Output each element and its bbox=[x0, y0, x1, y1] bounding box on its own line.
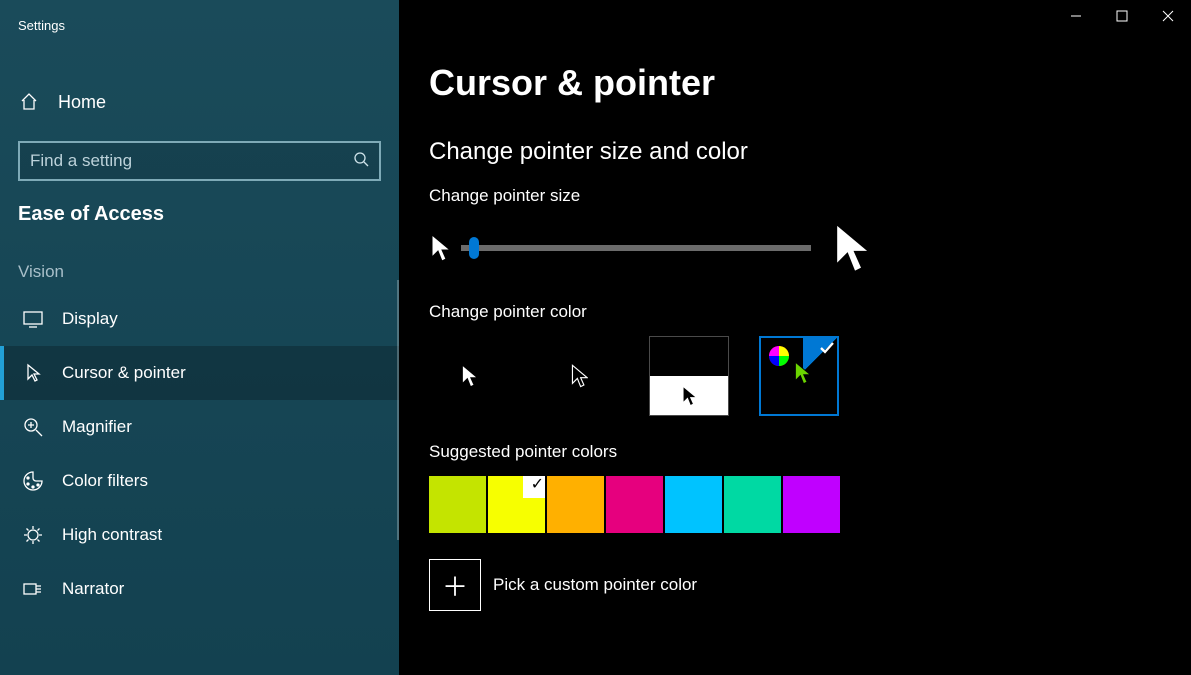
pointer-color-label: Change pointer color bbox=[429, 302, 1191, 322]
search-input[interactable] bbox=[30, 151, 310, 171]
sidebar-item-label: Color filters bbox=[62, 471, 148, 491]
color-filters-icon bbox=[22, 470, 44, 492]
cursor-large-icon bbox=[831, 220, 871, 276]
sidebar-item-high-contrast[interactable]: High contrast bbox=[0, 508, 399, 562]
display-icon bbox=[22, 308, 44, 330]
window-controls bbox=[1053, 0, 1191, 32]
pick-custom-color-button[interactable]: ＋ bbox=[429, 559, 481, 611]
color-swatch-5[interactable] bbox=[724, 476, 781, 533]
cursor-small-icon bbox=[429, 233, 451, 263]
pointer-size-label: Change pointer size bbox=[429, 186, 1191, 206]
check-icon: ✓ bbox=[531, 474, 544, 494]
main-content: Cursor & pointer Change pointer size and… bbox=[399, 0, 1191, 675]
suggested-colors-label: Suggested pointer colors bbox=[429, 442, 1191, 462]
sidebar-item-display[interactable]: Display bbox=[0, 292, 399, 346]
sidebar-item-label: Narrator bbox=[62, 579, 124, 599]
page-title: Cursor & pointer bbox=[429, 62, 1191, 104]
sidebar-item-label: Cursor & pointer bbox=[62, 363, 186, 383]
maximize-button[interactable] bbox=[1099, 0, 1145, 32]
color-swatch-4[interactable] bbox=[665, 476, 722, 533]
color-swatch-0[interactable] bbox=[429, 476, 486, 533]
color-swatch-1[interactable]: ✓ bbox=[488, 476, 545, 533]
sidebar: Settings Home Ease of Access Vision Disp… bbox=[0, 0, 399, 675]
pointer-color-inverted[interactable] bbox=[649, 336, 729, 416]
cursor-pointer-icon bbox=[22, 362, 44, 384]
pointer-size-slider[interactable] bbox=[461, 245, 811, 251]
app-title: Settings bbox=[0, 0, 399, 43]
custom-color-row: ＋ Pick a custom pointer color bbox=[429, 559, 1191, 611]
pointer-color-white[interactable] bbox=[429, 336, 509, 416]
suggested-color-swatches: ✓ bbox=[429, 476, 1191, 533]
sidebar-item-magnifier[interactable]: Magnifier bbox=[0, 400, 399, 454]
pointer-size-row bbox=[429, 220, 1191, 276]
sidebar-item-cursor-pointer[interactable]: Cursor & pointer bbox=[0, 346, 399, 400]
pick-custom-color-label: Pick a custom pointer color bbox=[493, 575, 697, 595]
home-button[interactable]: Home bbox=[0, 83, 399, 121]
color-swatch-3[interactable] bbox=[606, 476, 663, 533]
home-icon bbox=[18, 91, 40, 113]
search-box[interactable] bbox=[18, 141, 381, 181]
sidebar-item-color-filters[interactable]: Color filters bbox=[0, 454, 399, 508]
pointer-color-custom[interactable] bbox=[759, 336, 839, 416]
search-icon bbox=[353, 151, 369, 171]
minimize-button[interactable] bbox=[1053, 0, 1099, 32]
sidebar-item-narrator[interactable]: Narrator bbox=[0, 562, 399, 616]
category-title: Ease of Access bbox=[0, 181, 399, 226]
color-swatch-6[interactable] bbox=[783, 476, 840, 533]
pointer-color-options bbox=[429, 336, 1191, 416]
magnifier-icon bbox=[22, 416, 44, 438]
sidebar-item-label: High contrast bbox=[62, 525, 162, 545]
pointer-color-black[interactable] bbox=[539, 336, 619, 416]
group-label: Vision bbox=[0, 226, 399, 292]
color-swatch-2[interactable] bbox=[547, 476, 604, 533]
sidebar-item-label: Display bbox=[62, 309, 118, 329]
sidebar-item-label: Magnifier bbox=[62, 417, 132, 437]
high-contrast-icon bbox=[22, 524, 44, 546]
close-button[interactable] bbox=[1145, 0, 1191, 32]
home-label: Home bbox=[58, 92, 106, 113]
plus-icon: ＋ bbox=[442, 567, 468, 604]
narrator-icon bbox=[22, 578, 44, 600]
slider-thumb[interactable] bbox=[469, 237, 479, 259]
section-title: Change pointer size and color bbox=[429, 138, 1191, 166]
